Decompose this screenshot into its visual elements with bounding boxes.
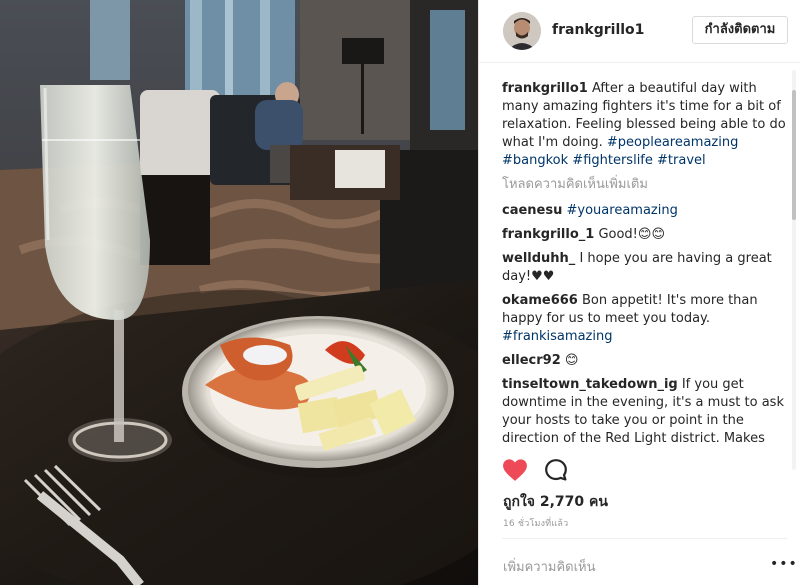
more-options-icon[interactable]: ••• xyxy=(770,556,798,572)
comment-item: caenesu #youareamazing xyxy=(502,202,787,220)
heart-icon xyxy=(503,459,527,481)
caption: frankgrillo1 After a beautiful day with … xyxy=(502,80,787,170)
load-more-comments[interactable]: โหลดความคิดเห็นเพิ่มเติม xyxy=(502,176,787,194)
hashtag-link[interactable]: #travel xyxy=(657,153,706,168)
comments-section: frankgrillo1 After a beautiful day with … xyxy=(502,80,787,450)
hashtag-link[interactable]: #youareamazing xyxy=(567,203,678,218)
comment-username[interactable]: caenesu xyxy=(502,203,562,218)
comment-item: ellecr92 😊 xyxy=(502,352,787,370)
avatar-image xyxy=(503,12,541,50)
comment-username[interactable]: okame666 xyxy=(502,293,578,308)
divider xyxy=(502,538,787,539)
hashtag-link[interactable]: #bangkok xyxy=(502,153,568,168)
post-photo[interactable] xyxy=(0,0,478,585)
hashtag-link[interactable]: #fighterslife xyxy=(572,153,653,168)
comment-item: tinseltown_takedown_ig If you get downti… xyxy=(502,376,787,448)
avatar[interactable] xyxy=(503,12,541,50)
comment-item: okame666 Bon appetit! It's more than hap… xyxy=(502,292,787,346)
following-button[interactable]: กำลังติดตาม xyxy=(692,16,788,44)
comment-username[interactable]: frankgrillo_1 xyxy=(502,227,594,242)
post-side-panel: frankgrillo1 กำลังติดตาม frankgrillo1 Af… xyxy=(478,0,800,585)
hashtag-link[interactable]: #peopleareamazing xyxy=(607,135,739,150)
post-timestamp: 16 ชั่วโมงที่แล้ว xyxy=(503,519,569,529)
comment-username[interactable]: ellecr92 xyxy=(502,353,561,368)
header-username[interactable]: frankgrillo1 xyxy=(552,22,644,38)
comment-text: Good! xyxy=(594,227,638,242)
caption-username[interactable]: frankgrillo1 xyxy=(502,81,588,96)
comment-emoji: 😊😊 xyxy=(637,227,665,242)
comment-username[interactable]: wellduhh_ xyxy=(502,251,575,266)
comment-username[interactable]: tinseltown_takedown_ig xyxy=(502,377,678,392)
comment-item: wellduhh_ I hope you are having a great … xyxy=(502,250,787,286)
comment-emoji: ♥♥ xyxy=(531,269,555,284)
comments-scrollbar[interactable] xyxy=(791,70,797,470)
comment-emoji: 😊 xyxy=(564,353,579,368)
comment-item: frankgrillo_1 Good!😊😊 xyxy=(502,226,787,244)
comment-icon xyxy=(545,459,567,481)
add-comment-input[interactable]: เพิ่มความคิดเห็น xyxy=(503,556,596,577)
like-button[interactable] xyxy=(502,458,528,484)
photo-image xyxy=(0,0,478,585)
post-header: frankgrillo1 กำลังติดตาม xyxy=(479,0,800,63)
comment-button[interactable] xyxy=(544,458,570,484)
hashtag-link[interactable]: #frankisamazing xyxy=(502,329,612,344)
likes-count[interactable]: ถูกใจ 2,770 คน xyxy=(503,491,608,513)
instagram-post: frankgrillo1 กำลังติดตาม frankgrillo1 Af… xyxy=(0,0,800,585)
action-bar xyxy=(502,458,602,486)
